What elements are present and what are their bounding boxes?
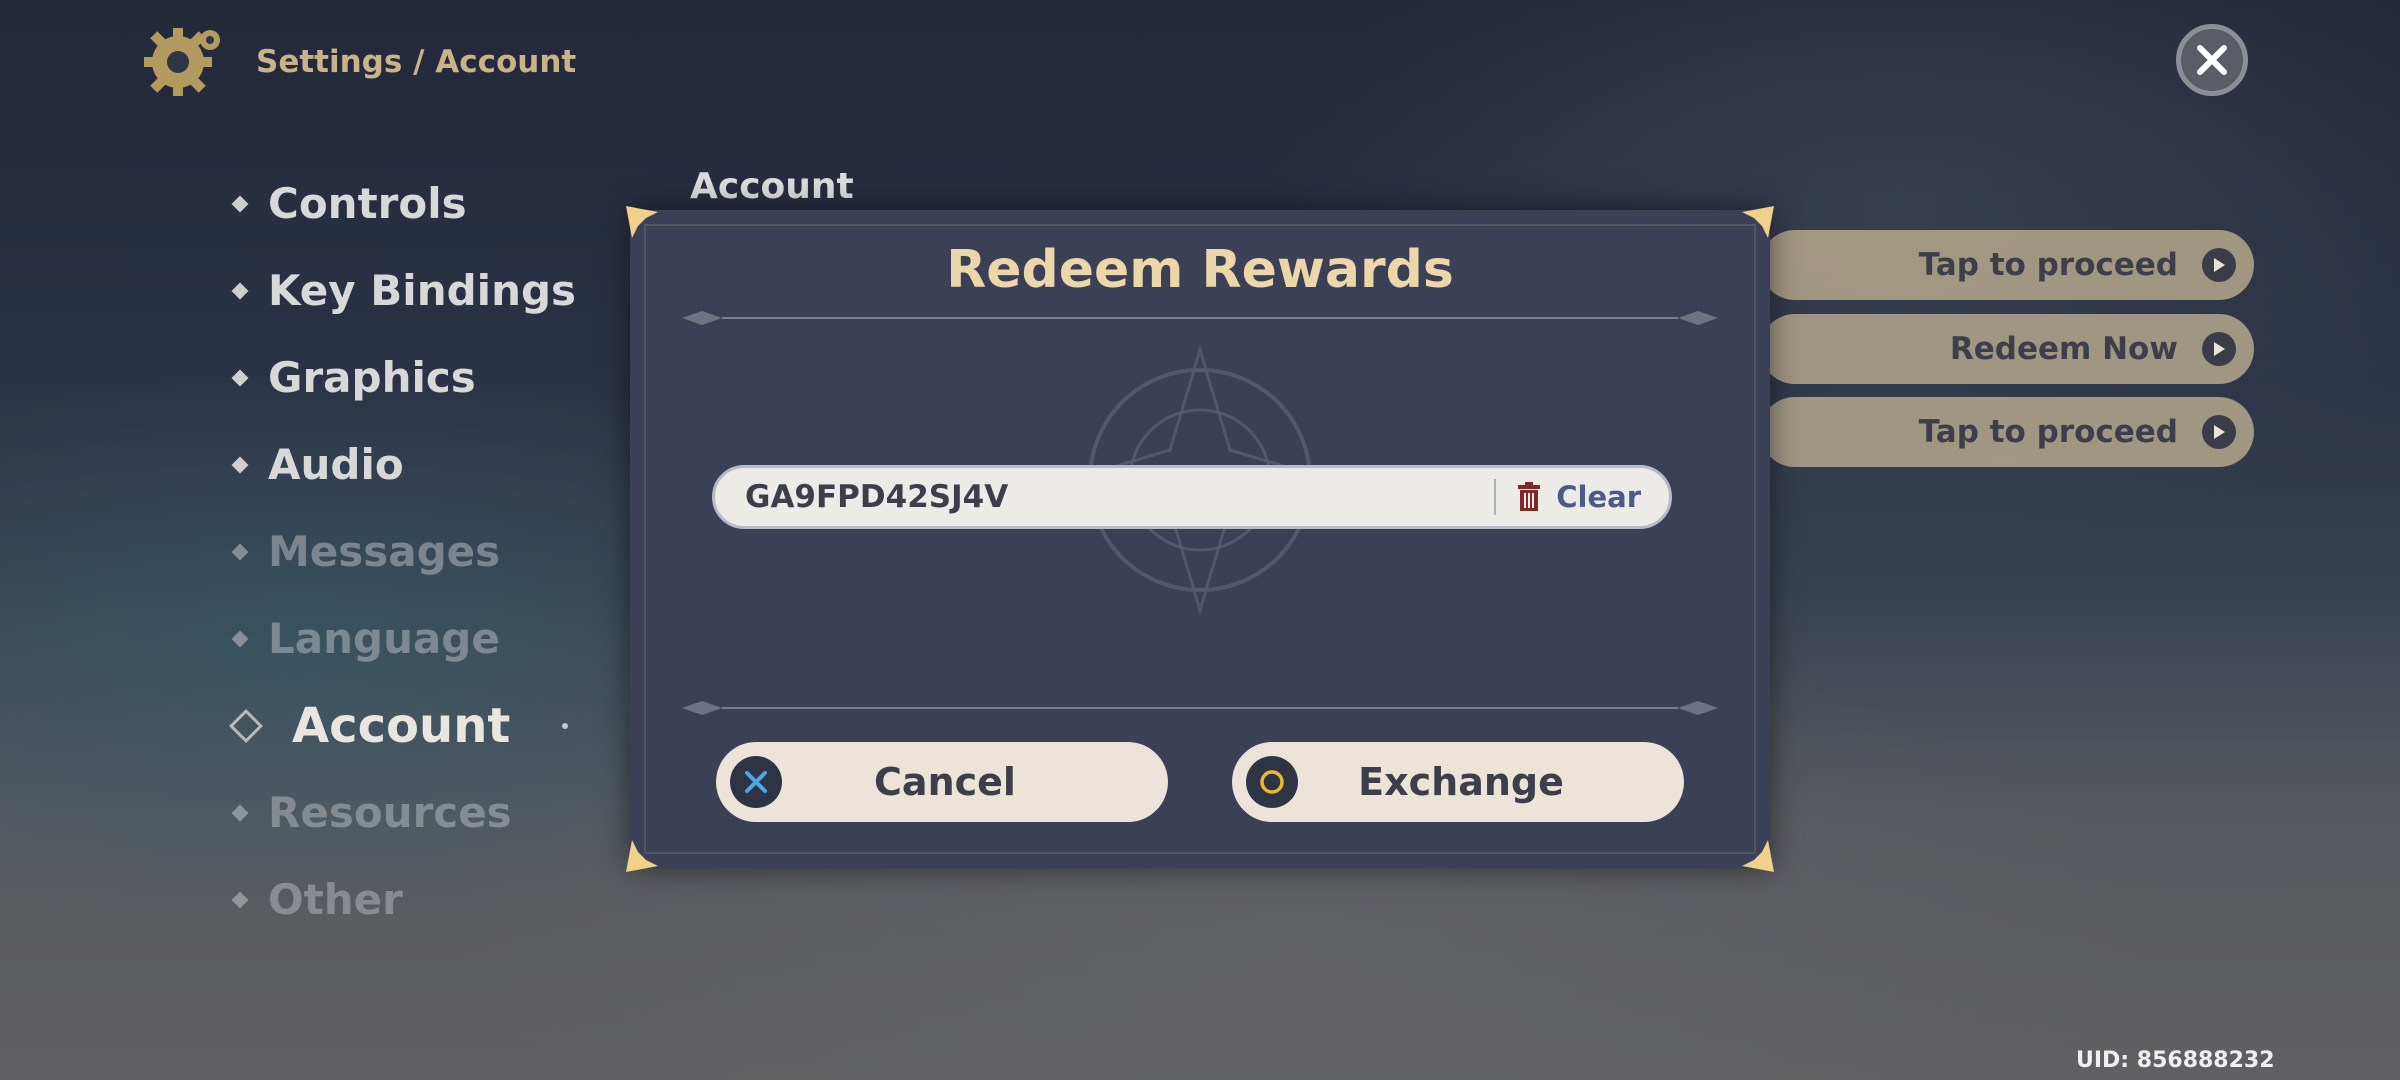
menu-item-label: Resources <box>268 788 512 837</box>
tap-to-proceed-button[interactable]: Tap to proceed <box>1760 230 2254 300</box>
menu-item-key-bindings[interactable]: Key Bindings <box>231 247 577 334</box>
settings-menu: Controls Key Bindings Graphics Audio Mes… <box>229 160 577 943</box>
redeem-code-input[interactable]: GA9FPD42SJ4V Clear <box>712 465 1672 529</box>
menu-item-language[interactable]: Language <box>231 595 576 682</box>
menu-item-other[interactable]: Other <box>231 856 576 943</box>
redeem-now-button[interactable]: Redeem Now <box>1760 314 2254 384</box>
clear-separator <box>1494 479 1497 515</box>
action-label: Redeem Now <box>1949 331 2178 367</box>
dialog-title: Redeem Rewards <box>946 240 1454 300</box>
diamond-icon <box>231 891 249 908</box>
menu-item-label: Language <box>268 614 500 663</box>
menu-item-resources[interactable]: Resources <box>231 769 576 856</box>
corner-ornament-icon <box>624 838 660 874</box>
diamond-icon <box>231 456 249 473</box>
cancel-button[interactable]: Cancel <box>716 742 1168 822</box>
ornament-divider <box>682 311 1718 325</box>
menu-item-controls[interactable]: Controls <box>231 160 576 247</box>
redeem-code-value: GA9FPD42SJ4V <box>745 479 1009 515</box>
x-button-icon <box>730 756 782 808</box>
uid-label: UID: 856888232 <box>2076 1048 2275 1073</box>
diamond-icon <box>231 195 249 212</box>
tap-to-proceed-button-2[interactable]: Tap to proceed <box>1760 397 2254 467</box>
redeem-rewards-dialog: Redeem Rewards GA9FPD42SJ4V Clear Cancel <box>626 206 1774 872</box>
corner-ornament-icon <box>624 204 660 240</box>
clear-button[interactable]: Clear <box>1556 480 1641 514</box>
diamond-icon <box>229 708 263 743</box>
menu-item-label: Key Bindings <box>268 266 577 315</box>
menu-item-messages[interactable]: Messages <box>231 508 576 595</box>
menu-item-account[interactable]: Account <box>229 682 576 769</box>
header: Settings / Account <box>142 22 576 102</box>
arrow-right-icon <box>2202 248 2236 282</box>
close-icon <box>2197 45 2227 75</box>
menu-item-audio[interactable]: Audio <box>231 421 576 508</box>
active-indicator-dot <box>562 722 569 729</box>
ornament-divider <box>682 701 1718 715</box>
menu-item-label: Messages <box>268 527 501 576</box>
breadcrumb: Settings / Account <box>256 44 577 80</box>
corner-ornament-icon <box>1740 204 1776 240</box>
arrow-right-icon <box>2202 332 2236 366</box>
action-label: Tap to proceed <box>1918 247 2178 283</box>
menu-item-label: Account <box>292 697 511 754</box>
gear-icon <box>144 28 220 96</box>
menu-item-label: Audio <box>268 440 404 489</box>
diamond-icon <box>231 804 249 821</box>
trash-icon <box>1518 482 1541 511</box>
menu-item-label: Graphics <box>268 353 476 402</box>
menu-item-label: Controls <box>268 179 467 228</box>
section-title: Account <box>690 166 854 207</box>
circle-button-icon <box>1246 756 1298 808</box>
cancel-label: Cancel <box>874 760 1016 804</box>
arrow-right-icon <box>2202 415 2236 449</box>
diamond-icon <box>231 543 249 560</box>
diamond-icon <box>231 282 249 299</box>
action-label: Tap to proceed <box>1918 414 2178 450</box>
close-button[interactable] <box>2176 24 2248 96</box>
menu-item-label: Other <box>268 875 403 924</box>
corner-ornament-icon <box>1740 838 1776 874</box>
diamond-icon <box>231 630 249 647</box>
exchange-label: Exchange <box>1358 760 1564 804</box>
menu-item-graphics[interactable]: Graphics <box>231 334 576 421</box>
exchange-button[interactable]: Exchange <box>1232 742 1684 822</box>
diamond-icon <box>231 369 249 386</box>
